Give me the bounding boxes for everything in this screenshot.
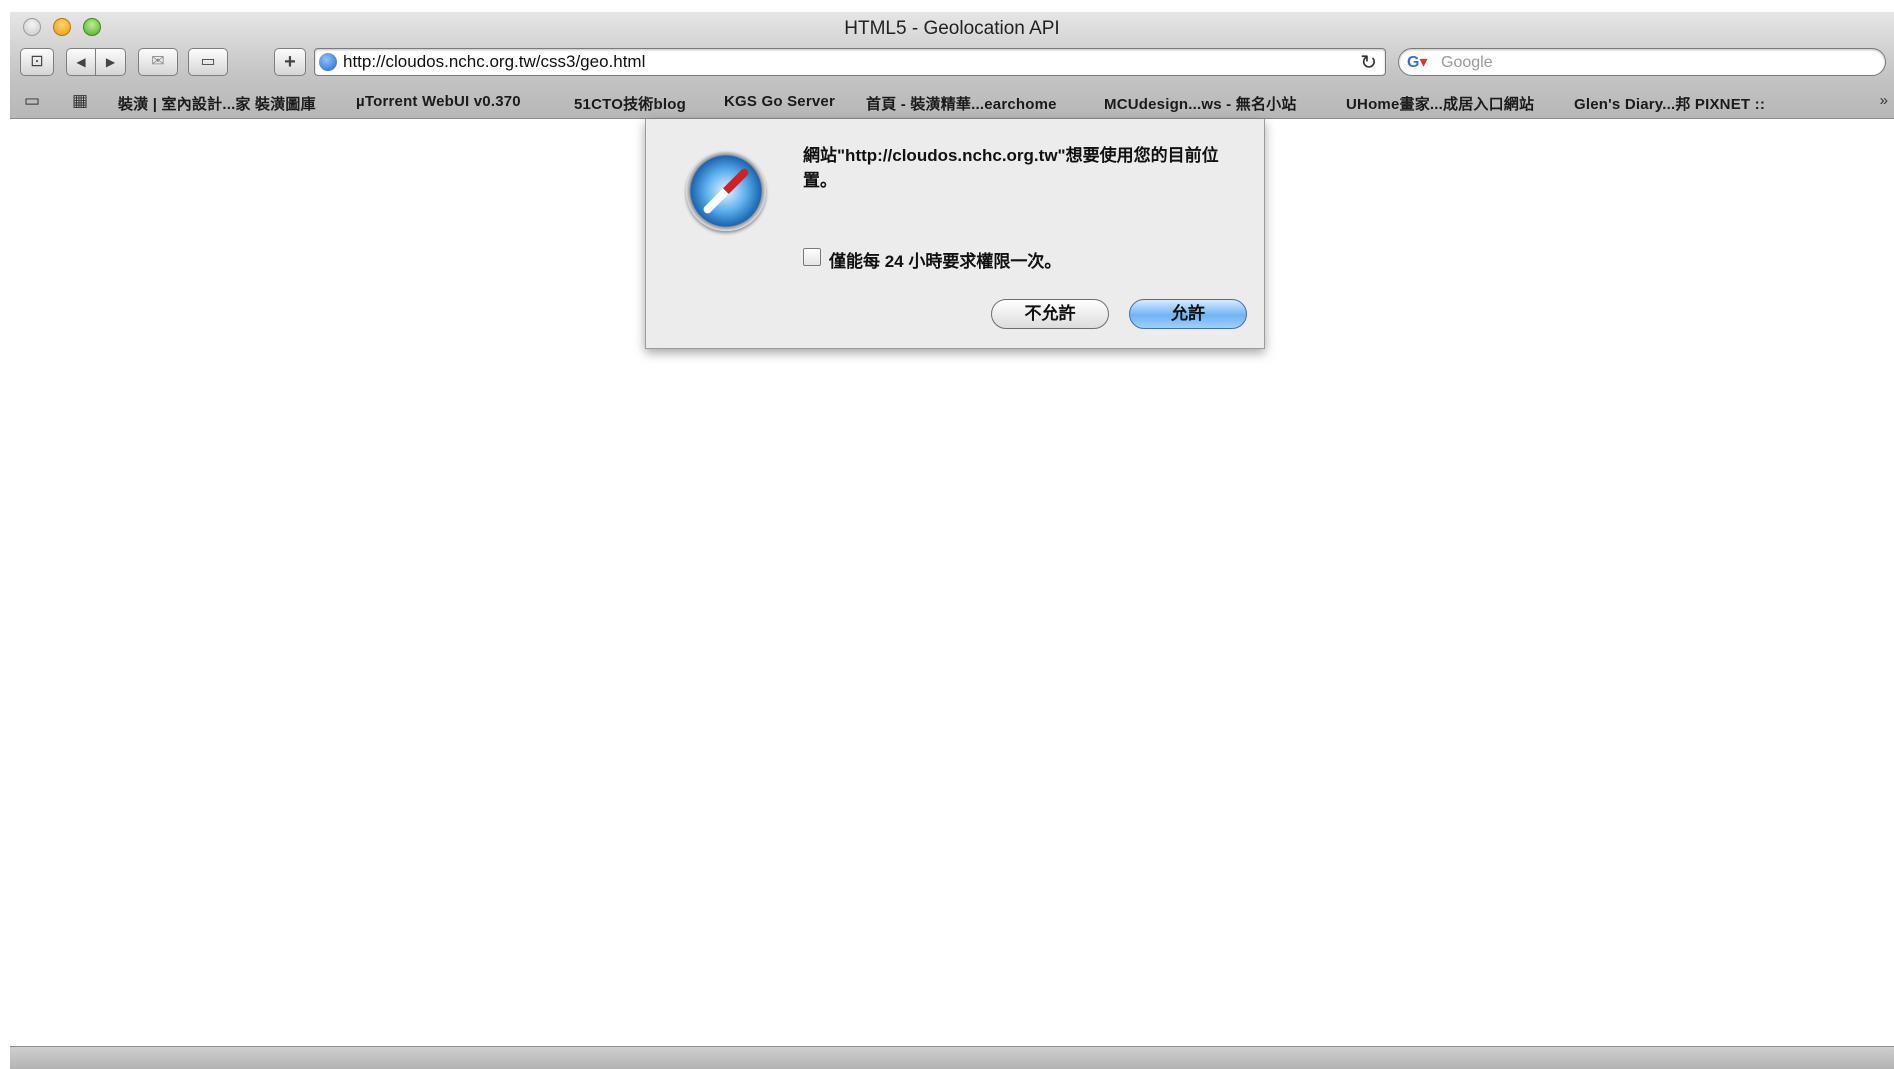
book-icon: ▭ — [200, 53, 216, 70]
forward-button[interactable]: ▶ — [96, 48, 126, 76]
plus-icon: + — [284, 51, 296, 73]
reload-icon[interactable]: ↻ — [1360, 50, 1377, 75]
bookmark-item[interactable]: µTorrent WebUI v0.370 — [356, 93, 521, 110]
bookmarks-overflow-icon[interactable]: » — [1880, 92, 1888, 109]
safari-compass-icon — [686, 151, 766, 231]
dialog-message: 網站"http://cloudos.nchc.org.tw"想要使用您的目前位置… — [803, 146, 1219, 190]
toolbar: ⊡ ◀ ▶ ✉ ▭ + http://cloudos.nchc.org.tw/c… — [10, 46, 1894, 84]
open-book-icon[interactable]: ▭ — [24, 91, 40, 111]
geolocation-permission-dialog: 網站"http://cloudos.nchc.org.tw"想要使用您的目前位置… — [645, 119, 1265, 349]
search-input[interactable] — [1439, 51, 1873, 75]
allow-button[interactable]: 允許 — [1129, 299, 1247, 329]
bookmarks-icon: ⊡ — [30, 53, 44, 70]
bookmark-item[interactable]: Glen's Diary...邦 PIXNET :: — [1574, 93, 1765, 114]
grid-icon[interactable]: ▦ — [72, 91, 88, 111]
browser-chrome: HTML5 - Geolocation API ⊡ ◀ ▶ ✉ ▭ + http… — [10, 12, 1894, 119]
bookmark-item[interactable]: UHome畫家...成居入口網站 — [1346, 93, 1534, 114]
snapback-button[interactable]: ✉ — [138, 48, 178, 76]
bookmark-item[interactable]: 裝潢 | 室內設計...家 裝潢圖庫 — [118, 93, 316, 114]
url-field[interactable]: http://cloudos.nchc.org.tw/css3/geo.html — [343, 52, 645, 72]
deny-button[interactable]: 不允許 — [991, 299, 1109, 329]
browser-window: HTML5 - Geolocation API ⊡ ◀ ▶ ✉ ▭ + http… — [10, 12, 1894, 1069]
title-bar: HTML5 - Geolocation API — [10, 12, 1894, 42]
envelope-icon: ✉ — [151, 53, 165, 70]
bookmark-item[interactable]: 51CTO技術blog — [574, 93, 686, 114]
show-bookmarks-button[interactable]: ⊡ — [20, 48, 54, 76]
bookmark-item[interactable]: KGS Go Server — [724, 93, 835, 110]
bookmark-item[interactable]: 首頁 - 裝潢精華...earchome — [866, 93, 1057, 114]
remember-label[interactable]: 僅能每 24 小時要求權限一次。 — [829, 247, 1061, 272]
compass-needle-icon — [701, 166, 751, 216]
reader-button[interactable]: ▭ — [188, 48, 228, 76]
window-title: HTML5 - Geolocation API — [844, 18, 1060, 39]
address-bar[interactable]: http://cloudos.nchc.org.tw/css3/geo.html… — [314, 48, 1386, 76]
back-button[interactable]: ◀ — [66, 48, 96, 76]
search-box[interactable]: G▾ — [1398, 48, 1886, 76]
back-icon: ◀ — [76, 55, 86, 69]
remember-checkbox[interactable] — [803, 248, 821, 266]
globe-icon — [319, 53, 337, 71]
bookmark-item[interactable]: MCUdesign...ws - 無名小站 — [1104, 93, 1297, 114]
bookmarks-bar: ▭ ▦ 裝潢 | 室內設計...家 裝潢圖庫 µTorrent WebUI v0… — [10, 84, 1894, 118]
add-bookmark-button[interactable]: + — [274, 48, 306, 76]
google-icon[interactable]: G▾ — [1407, 52, 1435, 72]
forward-icon: ▶ — [105, 55, 116, 69]
status-bar — [10, 1046, 1894, 1069]
